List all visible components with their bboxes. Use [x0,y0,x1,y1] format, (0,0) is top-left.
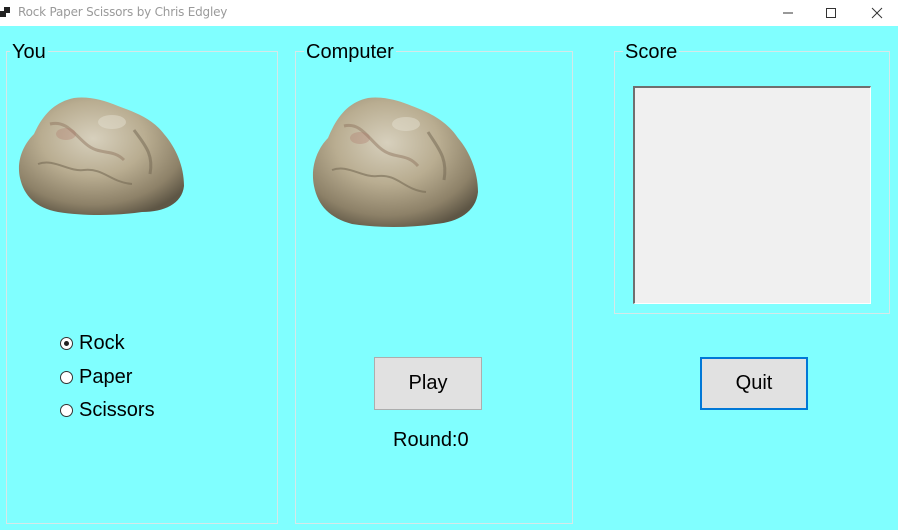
computer-rock-image [312,97,478,228]
title-bar: Rock Paper Scissors by Chris Edgley [0,0,898,26]
score-textbox[interactable] [633,86,871,304]
quit-button[interactable]: Quit [700,357,808,410]
player-rock-image [18,97,185,215]
play-button[interactable]: Play [374,357,482,410]
radio-rock[interactable]: Rock [60,332,125,355]
radio-paper-indicator[interactable] [60,371,73,384]
round-label: Round:0 [393,429,469,451]
radio-scissors-indicator[interactable] [60,404,73,417]
close-icon [871,7,883,19]
computer-group-title: Computer [304,41,396,63]
app-icon [0,7,12,19]
you-group-title: You [10,41,48,63]
window-title: Rock Paper Scissors by Chris Edgley [18,5,228,19]
minimize-button[interactable] [765,0,811,26]
minimize-icon [783,12,793,14]
radio-scissors-label: Scissors [79,399,155,421]
close-button[interactable] [854,0,898,26]
maximize-icon [826,8,836,18]
radio-rock-label: Rock [79,332,125,354]
score-group-title: Score [623,41,680,63]
radio-rock-indicator[interactable] [60,337,73,350]
radio-scissors[interactable]: Scissors [60,399,155,422]
maximize-button[interactable] [808,0,854,26]
radio-paper[interactable]: Paper [60,366,132,389]
radio-paper-label: Paper [79,366,133,388]
